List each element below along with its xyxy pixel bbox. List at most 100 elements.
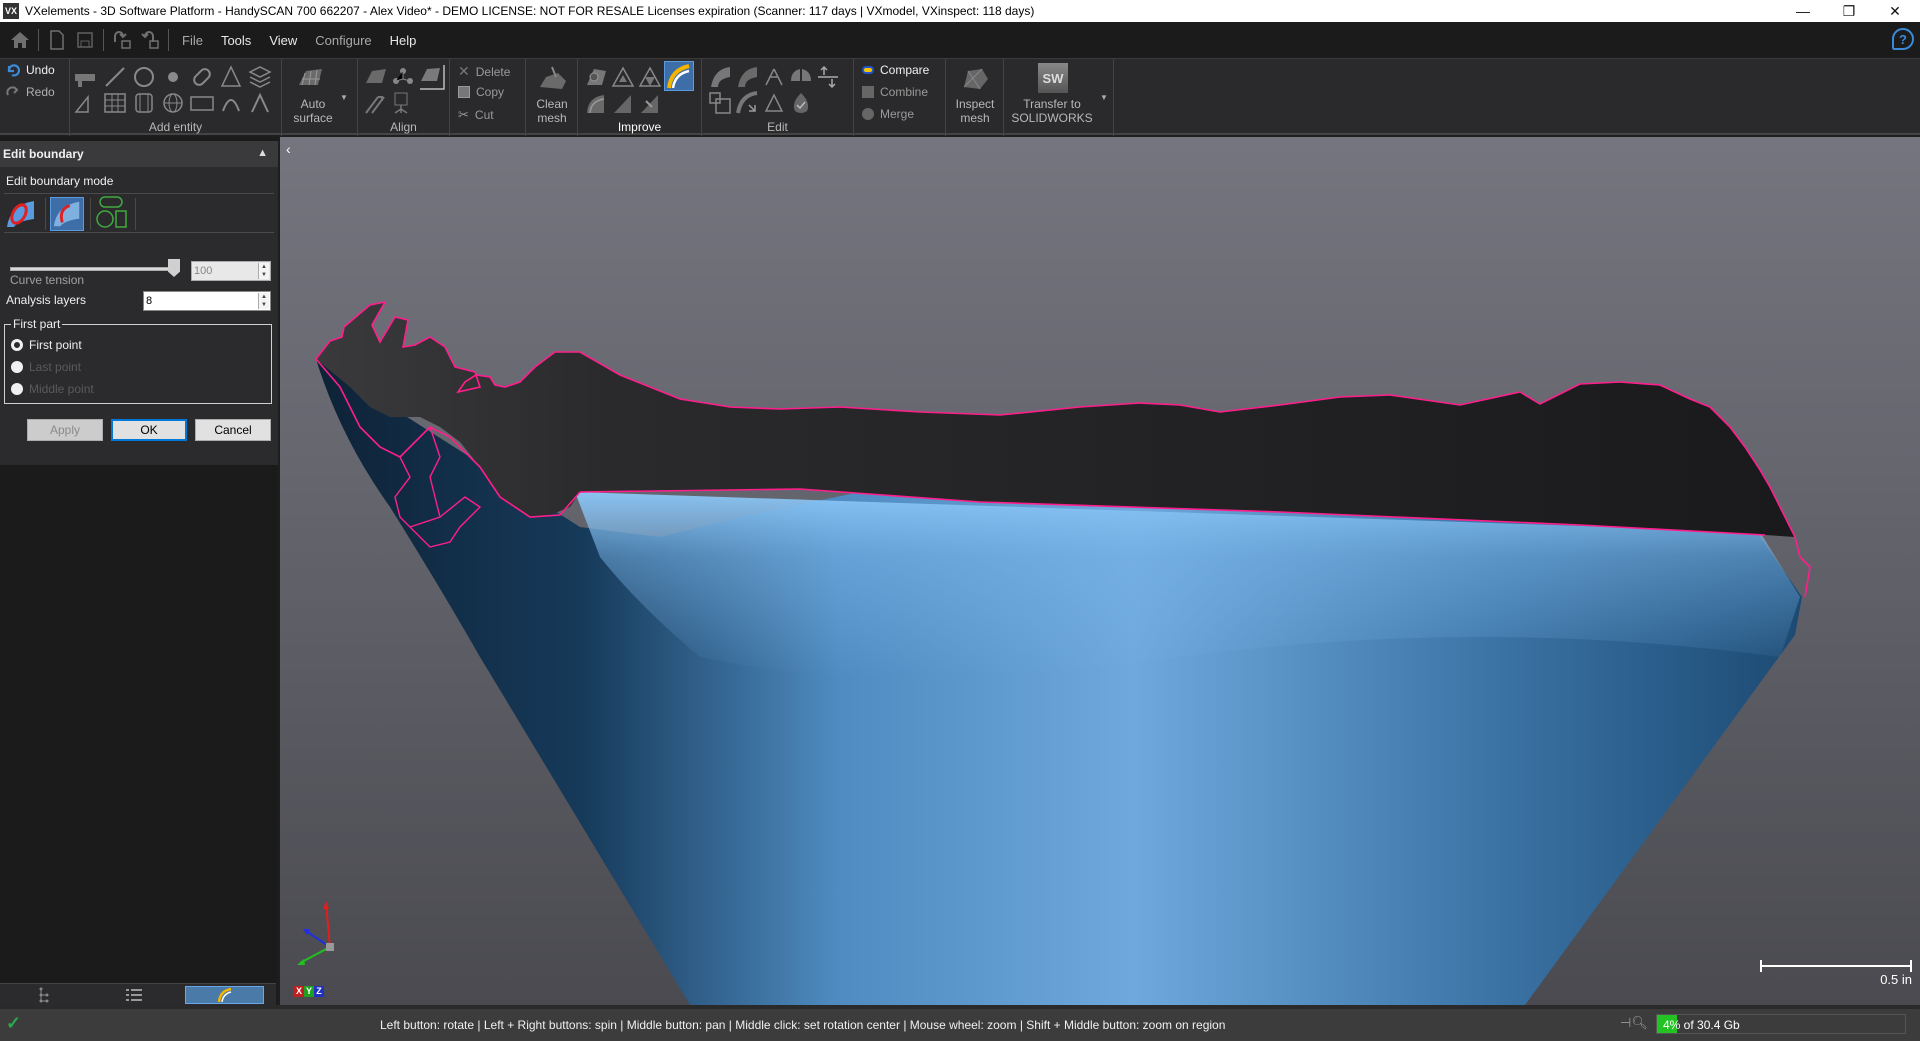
smooth-boundary-icon[interactable]: [584, 91, 608, 115]
title-bar: VX VXelements - 3D Software Platform - H…: [0, 0, 1920, 22]
app-logo-icon: VX: [3, 3, 19, 19]
cone-icon[interactable]: [219, 65, 243, 89]
curve-tension-slider[interactable]: [10, 267, 180, 271]
scale-label: 0.5 in: [1880, 972, 1912, 987]
axis-triad-icon: [297, 901, 334, 965]
radio-last-point[interactable]: [11, 361, 23, 373]
globe-icon[interactable]: [161, 91, 185, 115]
refine-icon[interactable]: [638, 65, 662, 89]
cancel-button[interactable]: Cancel: [195, 419, 271, 441]
undo-history-icon[interactable]: [108, 26, 136, 54]
extrude-icon[interactable]: [708, 65, 732, 89]
delete-button[interactable]: ✕ Delete: [458, 63, 510, 80]
curve-icon[interactable]: [219, 91, 243, 115]
remove-features-icon[interactable]: [638, 91, 662, 115]
offset-icon[interactable]: [735, 65, 759, 89]
3d-viewport[interactable]: ‹ X Y Z 0.5 in: [280, 137, 1920, 1005]
curve-tension-input[interactable]: 100 ▲ ▼: [191, 261, 271, 281]
tab-list[interactable]: [90, 986, 178, 1004]
flip-triangles-icon[interactable]: [762, 65, 786, 89]
analysis-layers-input[interactable]: 8 ▲ ▼: [143, 291, 271, 311]
plane-angle-icon[interactable]: [74, 91, 98, 115]
copy-button[interactable]: Copy: [458, 85, 504, 99]
home-icon[interactable]: [6, 26, 34, 54]
undo-button[interactable]: Undo: [6, 63, 55, 77]
spin-arrows[interactable]: ▲ ▼: [258, 293, 269, 309]
circle-icon[interactable]: [132, 65, 156, 89]
merge-button[interactable]: Merge: [862, 107, 914, 121]
caliper-icon[interactable]: [74, 67, 98, 91]
y-axis-label: Y: [304, 986, 314, 997]
mode-shapes-button[interactable]: [94, 195, 130, 231]
redo-history-icon[interactable]: [136, 26, 164, 54]
auto-surface-button[interactable]: Auto surface ▼: [282, 59, 358, 136]
inspect-mesh-button[interactable]: Inspect mesh: [946, 59, 1004, 136]
mode-partial-boundary-button[interactable]: [50, 197, 84, 231]
new-file-icon[interactable]: [43, 26, 71, 54]
fill-hole-icon[interactable]: [584, 65, 608, 89]
menu-help[interactable]: Help: [381, 33, 426, 48]
radio-first-point[interactable]: [11, 339, 23, 351]
help-icon[interactable]: ?: [1892, 28, 1914, 50]
z-axis-label: Z: [314, 986, 324, 997]
mode-label: Edit boundary mode: [6, 174, 114, 188]
move-icon[interactable]: [816, 65, 840, 89]
align-arrows-icon[interactable]: [364, 91, 388, 115]
menu-configure[interactable]: Configure: [306, 33, 380, 48]
minimize-button[interactable]: —: [1780, 0, 1826, 22]
apply-button[interactable]: Apply: [27, 419, 103, 441]
align-surface-icon[interactable]: [364, 65, 388, 89]
compare-button[interactable]: Compare: [862, 63, 929, 77]
scale-bar-tick: [1760, 960, 1762, 972]
panel-header[interactable]: Edit boundary ▲: [0, 141, 278, 167]
transfer-solidworks-button[interactable]: SW Transfer to SOLIDWORKS ▼: [1004, 59, 1114, 136]
menu-file[interactable]: File: [173, 33, 212, 48]
cylinder-icon[interactable]: [132, 91, 156, 115]
scan-mesh[interactable]: [280, 137, 1920, 1005]
middle-point-label: Middle point: [29, 382, 94, 396]
tab-edit-boundary[interactable]: [185, 986, 264, 1004]
dropdown-arrow-icon[interactable]: ▼: [1100, 93, 1108, 102]
align-points-icon[interactable]: [391, 65, 415, 89]
curve-tension-slider-thumb[interactable]: [168, 259, 180, 277]
spin-arrows[interactable]: ▲ ▼: [258, 263, 269, 279]
remove-spikes-icon[interactable]: [611, 91, 635, 115]
slot-icon[interactable]: [190, 65, 214, 89]
xyz-badge[interactable]: X Y Z: [294, 986, 324, 997]
save-icon[interactable]: [71, 26, 99, 54]
layers-icon[interactable]: [248, 65, 272, 89]
triangle-edit-icon[interactable]: [762, 91, 786, 115]
check-mesh-icon[interactable]: [789, 91, 813, 115]
rectangle-icon[interactable]: [190, 91, 214, 115]
collapse-icon[interactable]: ▲: [257, 147, 268, 159]
close-button[interactable]: ✕: [1872, 0, 1918, 22]
scale-icon[interactable]: [708, 91, 732, 115]
dropdown-arrow-icon[interactable]: ▼: [340, 93, 348, 102]
grid-plane-icon[interactable]: [103, 91, 127, 115]
edit-boundary-tool-button[interactable]: [664, 61, 694, 91]
rotate-icon[interactable]: [735, 91, 759, 115]
decimate-icon[interactable]: [611, 65, 635, 89]
polyline-icon[interactable]: [248, 91, 272, 115]
line-icon[interactable]: [103, 65, 127, 89]
mirror-icon[interactable]: [789, 65, 813, 89]
memory-icons[interactable]: ⊣🔍︎: [1620, 1015, 1652, 1033]
radio-middle-point[interactable]: [11, 383, 23, 395]
cut-button[interactable]: ✂ Cut: [458, 107, 494, 123]
improve-label: Improve: [617, 120, 662, 134]
sphere-icon[interactable]: [161, 65, 185, 89]
tab-tree[interactable]: [0, 986, 88, 1004]
combine-button[interactable]: Combine: [862, 85, 928, 99]
menu-tools[interactable]: Tools: [212, 33, 260, 48]
menu-view[interactable]: View: [260, 33, 306, 48]
ok-button[interactable]: OK: [111, 419, 187, 441]
clean-mesh-button[interactable]: Clean mesh: [526, 59, 578, 136]
align-grid-icon[interactable]: [391, 91, 415, 115]
mode-closed-boundary-button[interactable]: [4, 197, 38, 231]
edit-boundary-partial-icon: [53, 201, 80, 227]
redo-button[interactable]: Redo: [6, 85, 55, 99]
separator: [103, 29, 104, 51]
restore-button[interactable]: ❐: [1826, 0, 1872, 22]
shapes-icon: [96, 196, 127, 228]
best-fit-icon[interactable]: [418, 63, 446, 91]
